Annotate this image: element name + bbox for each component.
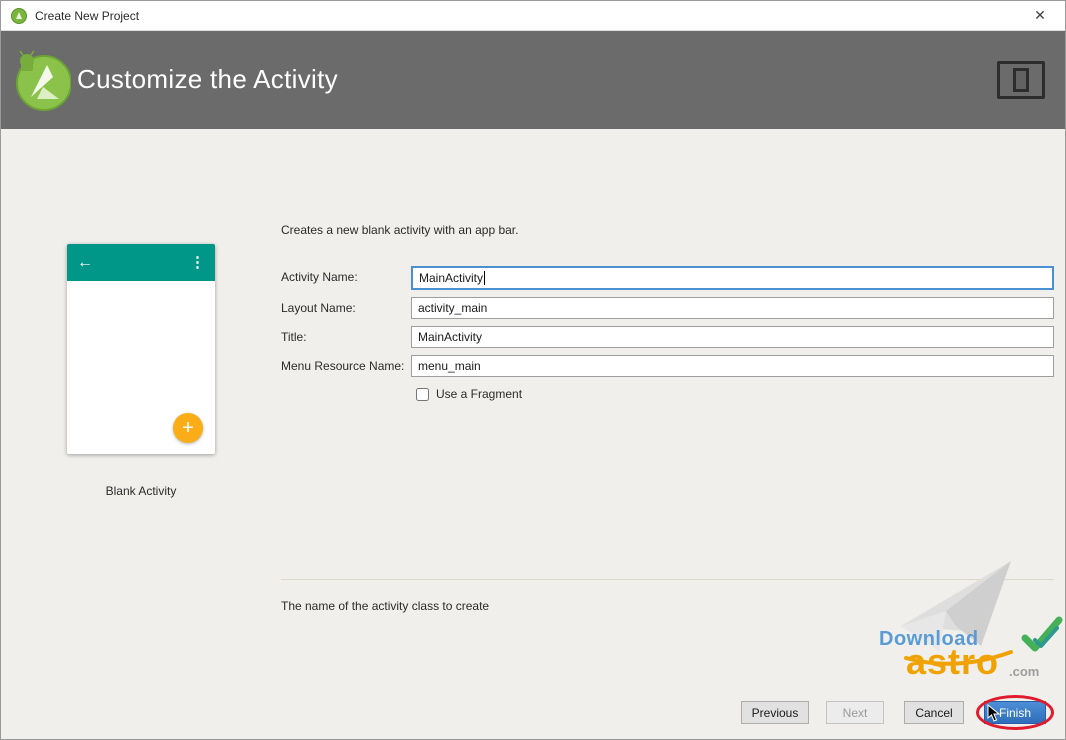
android-studio-icon — [11, 7, 27, 24]
create-new-project-dialog: Create New Project ✕ Customize the Activ… — [0, 0, 1066, 740]
android-studio-logo-icon — [13, 47, 72, 118]
cancel-button[interactable]: Cancel — [904, 701, 964, 724]
activity-name-label: Activity Name: — [281, 270, 358, 284]
button-bar: Previous Next Cancel Finish — [741, 695, 1054, 730]
paper-plane-icon — [861, 556, 1041, 671]
use-fragment-checkbox[interactable] — [416, 387, 429, 401]
field-hint-text: The name of the activity class to create — [281, 599, 490, 613]
use-fragment-row: Use a Fragment — [416, 387, 522, 401]
next-button[interactable]: Next — [826, 701, 884, 724]
window-title: Create New Project — [35, 8, 140, 23]
fab-add-icon: + — [173, 413, 203, 443]
preview-label: Blank Activity — [105, 484, 177, 498]
device-preview-icon — [997, 61, 1045, 99]
page-title: Customize the Activity — [77, 64, 338, 94]
watermark-download-text: Download — [879, 628, 979, 650]
menu-resource-name-row: Menu Resource Name: — [1, 355, 1065, 379]
titlebar: Create New Project ✕ — [1, 1, 1065, 31]
activity-description: Creates a new blank activity with an app… — [281, 223, 519, 237]
title-row: Title: — [1, 326, 1065, 350]
finish-button[interactable]: Finish — [984, 701, 1046, 724]
check-icon — [1019, 616, 1063, 661]
watermark-com-text: .com — [1009, 664, 1040, 679]
watermark-astro-text: astro — [906, 641, 1000, 682]
menu-resource-name-label: Menu Resource Name: — [281, 359, 405, 373]
divider — [281, 579, 1054, 580]
use-fragment-label: Use a Fragment — [436, 387, 523, 401]
activity-name-input[interactable] — [411, 266, 1054, 290]
title-label: Title: — [281, 330, 307, 344]
layout-name-input[interactable] — [411, 297, 1054, 319]
layout-name-row: Layout Name: — [1, 297, 1065, 321]
close-icon[interactable]: ✕ — [1025, 4, 1055, 28]
menu-resource-name-input[interactable] — [411, 355, 1054, 377]
activity-name-row: Activity Name: — [1, 266, 1065, 290]
previous-button[interactable]: Previous — [741, 701, 809, 724]
layout-name-label: Layout Name: — [281, 301, 356, 315]
title-input[interactable] — [411, 326, 1054, 348]
wizard-header: Customize the Activity — [1, 31, 1065, 129]
watermark: Download astro .com — [851, 556, 1065, 691]
